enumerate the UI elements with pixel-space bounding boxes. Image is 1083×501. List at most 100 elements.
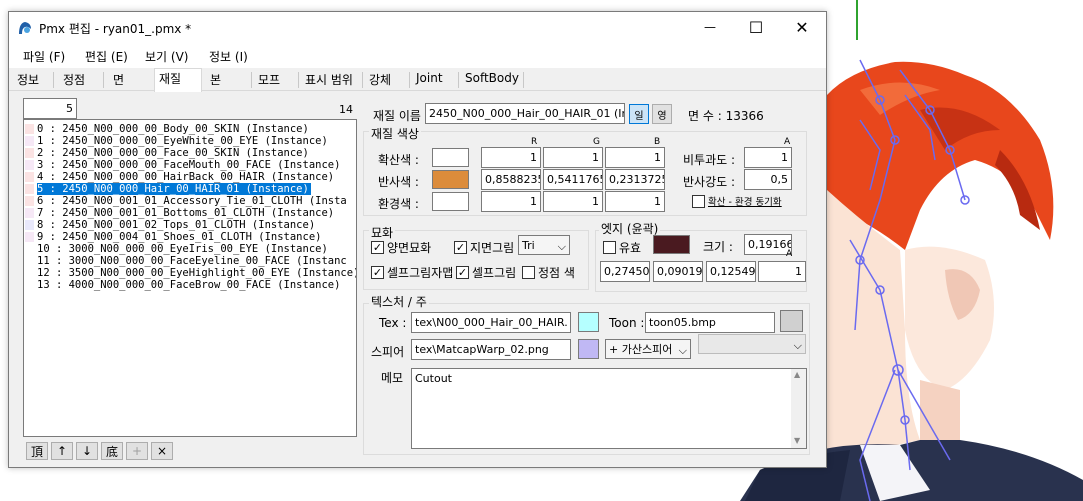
move-bottom-button[interactable]: 底 (101, 442, 123, 460)
edge-b-input[interactable]: 0,125490 (706, 261, 756, 282)
specular-g-input[interactable]: 0,5411765 (543, 169, 603, 190)
vertex-color-check[interactable] (522, 266, 535, 279)
material-list-item[interactable]: 8 : 2450_N00_001_02_Tops_01_CLOTH (Insta… (24, 219, 356, 231)
specular-color-swatch[interactable] (432, 170, 469, 189)
material-list-item-label: 1 : 2450_N00_000_00_EyeWhite_00_EYE (Ins… (37, 135, 328, 147)
move-down-button[interactable]: ↓ (76, 442, 98, 460)
memo-scrollbar[interactable]: ▲ ▼ (791, 369, 806, 448)
material-list[interactable]: 0 : 2450_N00_000_00_Body_00_SKIN (Instan… (23, 119, 357, 437)
chevron-down-icon: ⌵ (557, 240, 566, 253)
material-list-item-label: 2 : 2450_N00_000_00_Face_00_SKIN (Instan… (37, 147, 309, 159)
specular-r-input[interactable]: 0,8588235 (481, 169, 541, 190)
material-list-item[interactable]: 6 : 2450_N00_001_01_Accessory_Tie_01_CLO… (24, 195, 356, 207)
ground-shadow-checkbox[interactable]: ✓ 지면그림 (454, 239, 514, 256)
material-list-item[interactable]: 9 : 2450_N00_004_01_Shoes_01_CLOTH (Inst… (24, 231, 356, 243)
move-up-button[interactable]: ↑ (51, 442, 73, 460)
material-list-item[interactable]: 12 : 3500_N00_000_00_EyeHighlight_00_EYE… (24, 267, 356, 279)
tab-morph[interactable]: 모프 (254, 70, 284, 91)
tab-bone[interactable]: 본 (206, 70, 225, 91)
sphere-path-input[interactable]: tex\MatcapWarp_02.png (411, 339, 571, 360)
scroll-up-icon[interactable]: ▲ (794, 370, 800, 379)
ambient-r-input[interactable]: 1 (481, 191, 541, 212)
material-list-item[interactable]: 5 : 2450_N00_000_Hair_00_HAIR_01 (Instan… (24, 183, 356, 195)
add-button[interactable]: + (126, 442, 148, 460)
tab-vertex[interactable]: 정점 (59, 70, 89, 91)
menu-edit[interactable]: 편집 (E) (85, 48, 128, 65)
sync-checkbox-box[interactable] (692, 194, 705, 208)
self-shadow-map-checkbox[interactable]: ✓ 셀프그림자맵 (371, 264, 457, 281)
self-shadow-checkbox[interactable]: ✓ 셀프그림 (456, 264, 516, 281)
sync-diffuse-ambient-checkbox[interactable]: 확산 - 환경 동기화 (692, 194, 782, 208)
tab-info[interactable]: 정보 (13, 70, 43, 91)
japanese-name-button[interactable]: 일 (629, 104, 649, 124)
menu-view[interactable]: 보기 (V) (145, 48, 188, 65)
window-title: Pmx 편집 - ryan01_.pmx * (39, 22, 192, 36)
tab-joint[interactable]: Joint (412, 70, 447, 91)
tab-face[interactable]: 면 (109, 70, 128, 91)
tab-display-frame[interactable]: 표시 범위 (301, 70, 357, 91)
ground-shadow-check[interactable]: ✓ (454, 241, 467, 254)
diffuse-r-input[interactable]: 1 (481, 147, 541, 168)
memo-textarea[interactable]: Cutout (411, 368, 807, 449)
material-color-marker (25, 220, 34, 230)
delete-button[interactable]: × (151, 442, 173, 460)
tab-material[interactable]: 재질 (154, 68, 202, 92)
english-name-button[interactable]: 영 (652, 104, 672, 124)
double-sided-check[interactable]: ✓ (371, 241, 384, 254)
material-list-item[interactable]: 13 : 4000_N00_000_00_FaceBrow_00_FACE (I… (24, 279, 356, 291)
material-name-input[interactable]: 2450_N00_000_Hair_00_HAIR_01 (Ins (425, 103, 625, 124)
tab-softbody[interactable]: SoftBody (461, 70, 523, 91)
material-color-marker (25, 148, 34, 158)
specular-power-input[interactable]: 0,5 (744, 169, 792, 190)
sphere-preview-swatch[interactable] (578, 339, 599, 359)
maximize-button[interactable]: ☐ (733, 12, 779, 42)
ambient-b-input[interactable]: 1 (605, 191, 665, 212)
ambient-color-swatch[interactable] (432, 192, 469, 211)
specular-b-input[interactable]: 0,2313725 (605, 169, 665, 190)
material-list-item[interactable]: 1 : 2450_N00_000_00_EyeWhite_00_EYE (Ins… (24, 135, 356, 147)
diffuse-b-input[interactable]: 1 (605, 147, 665, 168)
menu-file[interactable]: 파일 (F) (23, 48, 65, 65)
toon-preview-swatch[interactable] (780, 310, 803, 332)
shadow-mode-select[interactable]: Tri ⌵ (518, 235, 570, 255)
tex-preview-swatch[interactable] (578, 312, 599, 332)
title-bar[interactable]: Pmx 편집 - ryan01_.pmx * — ☐ ✕ (9, 12, 826, 42)
alpha-input[interactable]: 1 (744, 147, 792, 168)
tab-rigid-body[interactable]: 강체 (365, 70, 395, 91)
header-a: A (784, 137, 791, 147)
self-shadow-check[interactable]: ✓ (456, 266, 469, 279)
edge-enabled-checkbox[interactable]: 유효 (603, 239, 641, 256)
edge-title: 엣지 (윤곽) (599, 220, 661, 237)
material-list-item[interactable]: 7 : 2450_N00_001_01_Bottoms_01_CLOTH (In… (24, 207, 356, 219)
material-color-marker (25, 232, 34, 242)
minimize-button[interactable]: — (687, 12, 733, 42)
edge-g-input[interactable]: 0,090196 (653, 261, 703, 282)
double-sided-checkbox[interactable]: ✓ 양면묘화 (371, 239, 431, 256)
move-top-button[interactable]: 頂 (26, 442, 48, 460)
edge-size-input[interactable]: 0,191666 (744, 234, 792, 255)
edge-color-swatch[interactable] (653, 235, 690, 254)
material-list-item[interactable]: 11 : 3000_N00_000_00_FaceEyeline_00_FACE… (24, 255, 356, 267)
toon-path-input[interactable]: toon05.bmp (645, 312, 775, 333)
material-list-item[interactable]: 0 : 2450_N00_000_00_Body_00_SKIN (Instan… (24, 123, 356, 135)
edge-enabled-check[interactable] (603, 241, 616, 254)
ambient-g-input[interactable]: 1 (543, 191, 603, 212)
menu-info[interactable]: 정보 (I) (209, 48, 248, 65)
diffuse-color-swatch[interactable] (432, 148, 469, 167)
material-list-item[interactable]: 2 : 2450_N00_000_00_Face_00_SKIN (Instan… (24, 147, 356, 159)
edge-alpha-input[interactable]: 1 (758, 261, 806, 282)
material-list-item[interactable]: 3 : 2450_N00_000_00_FaceMouth_00_FACE (I… (24, 159, 356, 171)
material-list-item[interactable]: 10 : 3000_N00_000_00_EyeIris_00_EYE (Ins… (24, 243, 356, 255)
material-index-input[interactable]: 5 (23, 98, 77, 119)
tex-path-input[interactable]: tex\N00_000_Hair_00_HAIR. (411, 312, 571, 333)
sphere-label: 스피어 (371, 345, 405, 359)
sphere-subtexture-select[interactable]: ⌵ (698, 334, 806, 354)
close-button[interactable]: ✕ (779, 12, 825, 42)
diffuse-g-input[interactable]: 1 (543, 147, 603, 168)
sphere-mode-select[interactable]: + 가산스피어 ⌵ (605, 339, 691, 359)
self-shadow-map-check[interactable]: ✓ (371, 266, 384, 279)
material-list-item[interactable]: 4 : 2450_N00_000_00_HairBack_00_HAIR (In… (24, 171, 356, 183)
scroll-down-icon[interactable]: ▼ (794, 436, 800, 445)
vertex-color-checkbox[interactable]: 정점 색 (522, 264, 575, 281)
edge-r-input[interactable]: 0,274509 (600, 261, 650, 282)
